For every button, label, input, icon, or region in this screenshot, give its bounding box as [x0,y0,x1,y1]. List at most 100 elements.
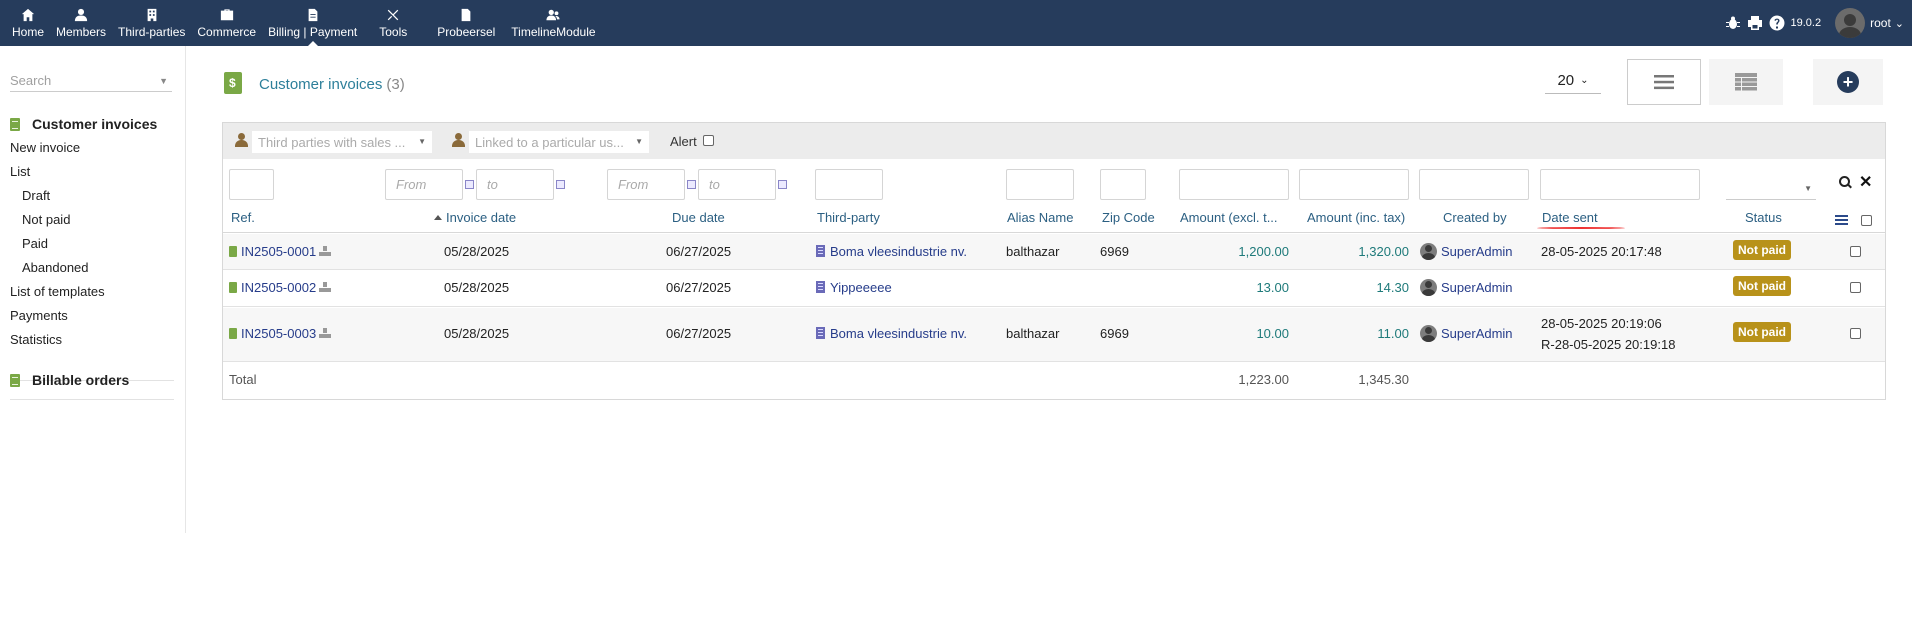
nav-members[interactable]: Members [50,0,112,46]
record-count: (3) [386,76,405,93]
invoice-ref-link[interactable]: IN2505-0002 [229,280,332,295]
invoice-date: 05/28/2025 [444,326,510,341]
calendar-icon[interactable] [778,180,787,189]
col-date-sent[interactable]: Date sent [1542,210,1598,225]
col-created-by[interactable]: Created by [1443,210,1507,225]
help-icon[interactable] [1769,15,1785,31]
col-due-date[interactable]: Due date [672,210,725,225]
search-created-by-input[interactable] [1419,169,1529,200]
select-all-checkbox[interactable] [1861,215,1872,226]
menu-title-billable-orders[interactable]: Billable orders [10,370,174,390]
table-row[interactable]: IN2505-0002 05/28/2025 06/27/2025 Yippee… [223,271,1885,307]
caret-down-icon[interactable]: ▼ [159,76,168,86]
download-icon[interactable] [319,328,332,339]
download-icon[interactable] [319,246,332,257]
search-alias-input[interactable] [1006,169,1074,200]
nav-third-parties[interactable]: Third-parties [112,0,191,46]
invoice-date-to-input[interactable]: to [476,169,554,200]
invoice-dollar-icon [224,72,242,94]
status-filter-select[interactable]: ▼ [1726,178,1816,200]
page-limit-select[interactable]: 20 ⌄ [1545,68,1601,94]
nav-label: Home [12,25,45,39]
created-by-link[interactable]: SuperAdmin [1420,279,1513,296]
printer-icon[interactable] [1747,15,1763,31]
invoice-ref-link[interactable]: IN2505-0003 [229,326,332,341]
menu-list[interactable]: List [10,160,174,184]
nav-billing-payment[interactable]: Billing | Payment [262,0,363,46]
nav-home[interactable]: Home [6,0,50,46]
due-date-to-input[interactable]: to [698,169,776,200]
third-party-link[interactable]: Boma vleesindustrie nv. [816,326,967,341]
thirdparty-filter[interactable]: Third parties with sales ... ▼ [252,131,432,153]
download-icon[interactable] [319,282,332,293]
caret-down-icon: ▼ [1804,184,1812,193]
menu-statistics[interactable]: Statistics [10,328,174,352]
third-party-link[interactable]: Boma vleesindustrie nv. [816,244,967,259]
nav-timeline-module[interactable]: TimelineModule [505,0,601,46]
menu-list-templates[interactable]: List of templates [10,280,174,304]
due-date: 06/27/2025 [666,244,732,259]
search-amount-excl-input[interactable] [1179,169,1289,200]
menu-abandoned[interactable]: Abandoned [10,256,174,280]
due-date-from-input[interactable]: From [607,169,685,200]
search-icon[interactable] [1839,176,1851,188]
search-thirdparty-input[interactable] [815,169,883,200]
nav-label: Billing | Payment [268,25,358,39]
nav-commerce[interactable]: Commerce [191,0,262,46]
linked-user-filter[interactable]: Linked to a particular us... ▼ [469,131,649,153]
menu-new-invoice[interactable]: New invoice [10,136,174,160]
col-invoice-date[interactable]: Invoice date [434,210,516,225]
row-checkbox[interactable] [1850,328,1861,339]
search-amount-inc-input[interactable] [1299,169,1409,200]
new-invoice-button[interactable]: + [1813,59,1883,105]
nav-probeersel[interactable]: Probeersel [423,0,505,46]
clear-filters-icon[interactable]: ✕ [1859,172,1872,192]
column-selector-icon[interactable] [1835,215,1848,226]
table-row[interactable]: IN2505-0003 05/28/2025 06/27/2025 Boma v… [223,308,1885,362]
invoice-date: 05/28/2025 [444,244,510,259]
calendar-icon[interactable] [465,180,474,189]
col-alias[interactable]: Alias Name [1007,210,1073,225]
menu-search[interactable]: ▼ [10,70,172,92]
list-view-button[interactable] [1627,59,1701,105]
menu-paid[interactable]: Paid [10,232,174,256]
search-zip-input[interactable] [1100,169,1146,200]
row-checkbox[interactable] [1850,246,1861,257]
col-ref[interactable]: Ref. [231,210,255,225]
created-by-link[interactable]: SuperAdmin [1420,325,1513,342]
calendar-icon[interactable] [687,180,696,189]
invoice-date-from-input[interactable]: From [385,169,463,200]
menu-draft[interactable]: Draft [10,184,174,208]
created-by-link[interactable]: SuperAdmin [1420,243,1513,260]
date-sent-reminder: R-28-05-2025 20:19:18 [1541,337,1676,352]
col-zip[interactable]: Zip Code [1102,210,1155,225]
table-row[interactable]: IN2505-0001 05/28/2025 06/27/2025 Boma v… [223,234,1885,270]
col-amount-inc[interactable]: Amount (inc. tax) [1307,210,1405,225]
page-title-text: Customer invoices [259,76,383,93]
kanban-view-button[interactable] [1709,59,1783,105]
chevron-down-icon[interactable]: ⌄ [1895,17,1904,30]
third-party-link[interactable]: Yippeeeee [816,280,892,295]
bug-icon[interactable] [1725,15,1741,31]
calendar-icon[interactable] [556,180,565,189]
col-amount-excl[interactable]: Amount (excl. t... [1180,210,1278,225]
search-ref-input[interactable] [229,169,274,200]
col-status[interactable]: Status [1745,210,1782,225]
menu-search-input[interactable] [10,70,150,90]
row-checkbox[interactable] [1850,282,1861,293]
user-name[interactable]: root [1870,16,1891,30]
amount-inc: 1,320.00 [1358,244,1409,259]
search-date-sent-input[interactable] [1540,169,1700,200]
invoice-ref-link[interactable]: IN2505-0001 [229,244,332,259]
alert-checkbox[interactable] [703,135,714,146]
due-date: 06/27/2025 [666,280,732,295]
tools-icon [387,9,399,21]
nav-tools[interactable]: Tools [363,0,423,46]
menu-not-paid[interactable]: Not paid [10,208,174,232]
menu-section-billable-orders: Billable orders [10,370,174,400]
col-third-party[interactable]: Third-party [817,210,880,225]
menu-payments[interactable]: Payments [10,304,174,328]
menu-title-customer-invoices[interactable]: Customer invoices [10,114,174,134]
page-title: Customer invoices (3) [259,76,405,93]
user-avatar[interactable] [1835,8,1866,38]
